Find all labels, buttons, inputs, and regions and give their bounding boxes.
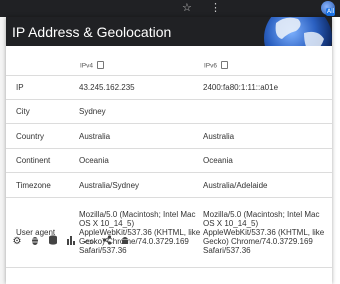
ipv4-value: Australia/Sydney xyxy=(79,172,203,198)
header-ipv4-label: IPv4 xyxy=(80,62,94,70)
row-label: Timezone xyxy=(6,172,79,198)
bug-icon[interactable] xyxy=(29,234,41,250)
menu-dots-icon[interactable]: ⋮ xyxy=(210,1,221,15)
popup-header: IP Address & Geolocation xyxy=(6,17,332,46)
table-row-user-agent: User agent Mozilla/5.0 (Macintosh; Intel… xyxy=(6,197,332,268)
ip-geolocation-popup: IP Address & Geolocation IPv4 IPv6 IP 43… xyxy=(6,17,332,284)
table-row-continent: Continent Oceania Oceania xyxy=(6,148,332,173)
ipv4-value: Sydney xyxy=(79,99,203,124)
ipv6-value: 2400:fa80:1:11::a01e xyxy=(203,75,332,100)
table-header-row: IPv4 IPv6 xyxy=(6,57,332,76)
table-row-ip: IP 43.245.162.235 2400:fa80:1:11::a01e xyxy=(6,75,332,100)
browser-toolbar: ☆ ⋮ All xyxy=(0,0,340,17)
extension-badge: All xyxy=(326,8,336,16)
share-icon[interactable] xyxy=(101,234,113,250)
ipv4-value: Oceania xyxy=(79,148,203,173)
ipv6-value: Australia/Adelaide xyxy=(203,172,332,198)
header-ipv6: IPv6 xyxy=(203,57,332,76)
ipv6-value: Mozilla/5.0 (Macintosh; Intel Mac OS X 1… xyxy=(203,197,332,268)
gear-icon[interactable]: ⚙ xyxy=(11,234,23,250)
ipv6-value xyxy=(203,99,332,124)
header-ipv4: IPv4 xyxy=(79,57,203,76)
bookmark-star-icon[interactable]: ☆ xyxy=(182,1,192,15)
table-row-city: City Sydney xyxy=(6,99,332,124)
code-icon[interactable]: <> xyxy=(83,234,95,250)
ipv6-value: Oceania xyxy=(203,148,332,173)
table-row-timezone: Timezone Australia/Sydney Australia/Adel… xyxy=(6,172,332,198)
ipv4-value: Mozilla/5.0 (Macintosh; Intel Mac OS X 1… xyxy=(79,197,203,268)
row-label: IP xyxy=(6,75,79,100)
database-icon[interactable] xyxy=(47,234,59,250)
copy-icon[interactable] xyxy=(97,61,105,69)
globe-icon xyxy=(264,17,332,46)
ipv6-value: Australia xyxy=(203,123,332,149)
popup-title: IP Address & Geolocation xyxy=(12,24,172,40)
ipv4-value: 43.245.162.235 xyxy=(79,75,203,100)
row-label: Country xyxy=(6,123,79,149)
table-row-country: Country Australia Australia xyxy=(6,123,332,149)
bar-chart-icon[interactable] xyxy=(65,234,77,250)
copy-icon[interactable] xyxy=(221,61,229,69)
ipv4-value: Australia xyxy=(79,123,203,149)
header-empty xyxy=(6,57,79,76)
row-label: Continent xyxy=(6,148,79,173)
footer-toolbar: ⚙ <> xyxy=(6,234,332,250)
row-label: City xyxy=(6,99,79,124)
header-ipv6-label: IPv6 xyxy=(204,62,218,70)
android-icon[interactable] xyxy=(119,234,131,250)
row-label: User agent xyxy=(6,197,79,268)
